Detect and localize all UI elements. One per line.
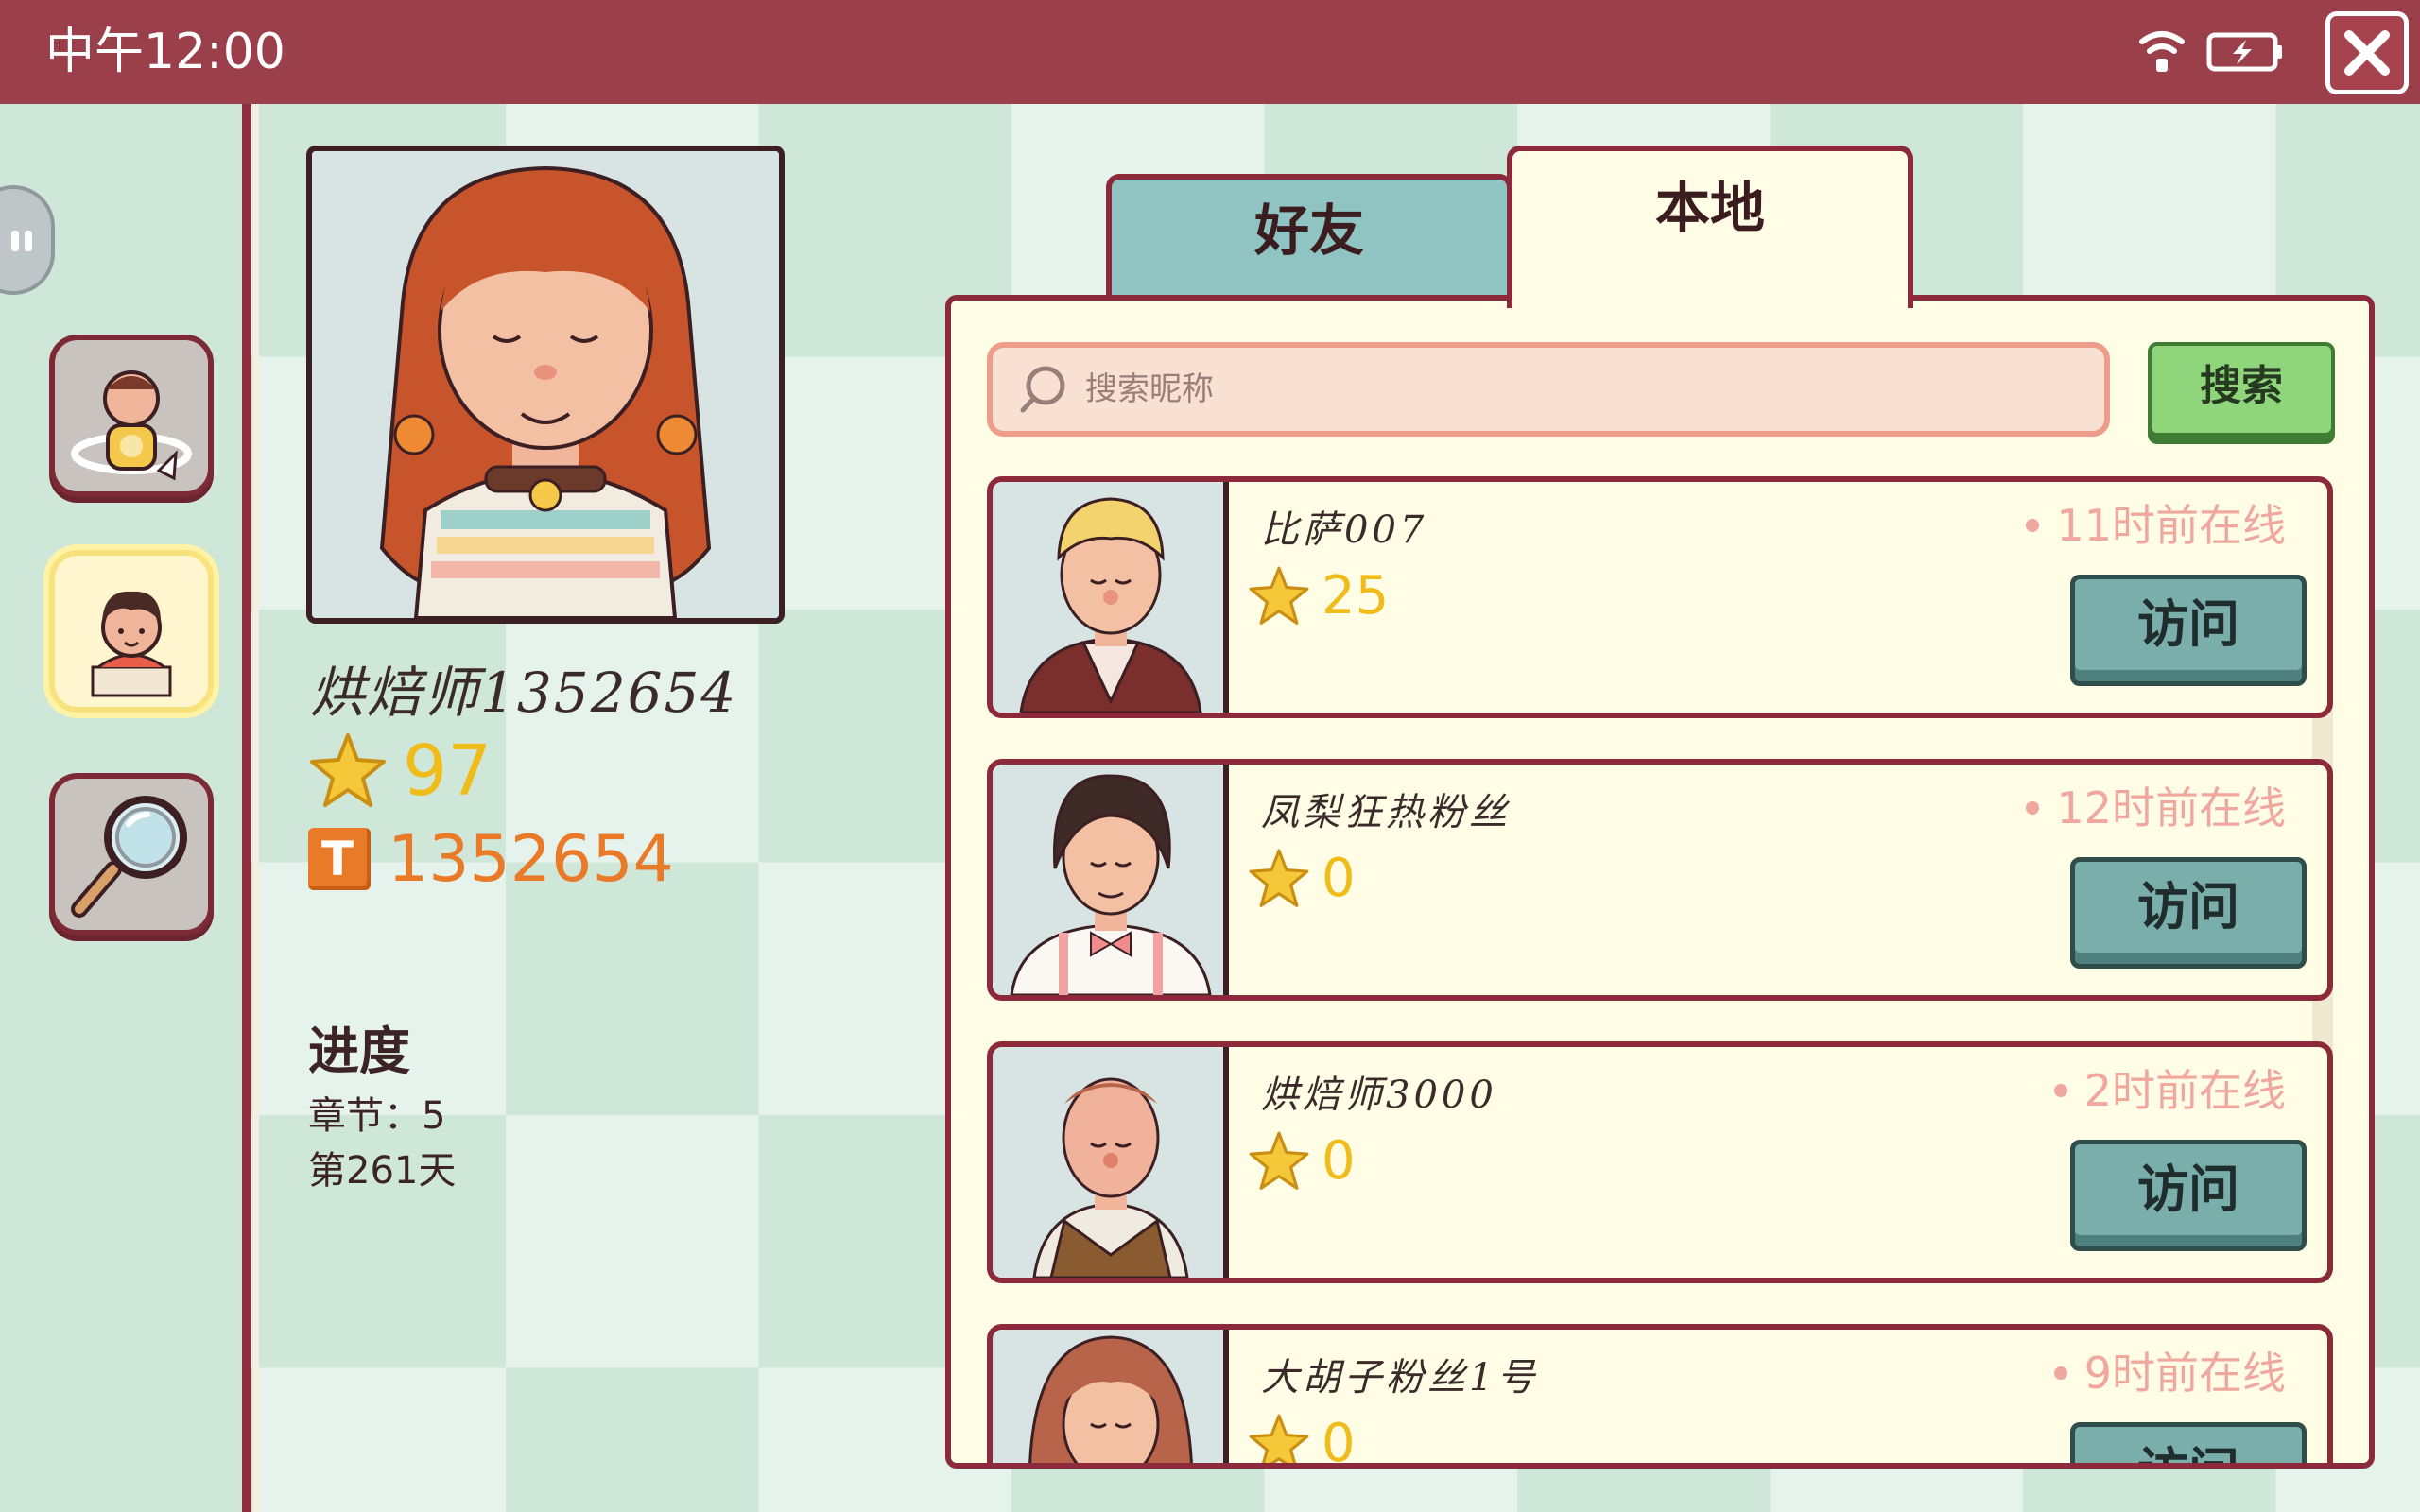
search-placeholder: 搜索昵称 (1085, 370, 1214, 408)
star-icon (1249, 1131, 1309, 1190)
player-card-avatar (993, 482, 1229, 713)
close-icon (2344, 30, 2390, 76)
player-card-name: 比萨007 (1261, 508, 1428, 552)
clock-time: 中午12:00 (45, 24, 285, 80)
search-button[interactable]: 搜索 (2148, 342, 2335, 437)
rail-divider-highlight (253, 104, 259, 1512)
player-card-portrait (1010, 774, 1212, 995)
player-card-avatar (993, 765, 1229, 995)
search-field[interactable]: 搜索昵称 (987, 342, 2110, 437)
player-name: 烘焙师1352654 (310, 661, 738, 725)
close-button[interactable] (2325, 11, 2409, 94)
player-card-status: 12时前在线 (2026, 780, 2286, 836)
player-card-portrait (1028, 1335, 1193, 1463)
player-card-avatar (993, 1330, 1229, 1463)
player-card-name: 大胡子粉丝1号 (1261, 1356, 1539, 1400)
player-card-name: 凤梨狂热粉丝 (1261, 791, 1511, 834)
player-card-status-text: 9时前在线 (2083, 1348, 2286, 1399)
coin-icon: T (308, 828, 371, 890)
customer-service-icon (71, 370, 192, 481)
online-dot-icon (2053, 1366, 2067, 1380)
player-card-avatar (993, 1047, 1229, 1278)
player-card: 大胡子粉丝1号 0 9时前在线 访问 (987, 1324, 2333, 1469)
online-dot-icon (2053, 1083, 2067, 1097)
player-card-status-text: 2时前在线 (2083, 1065, 2286, 1116)
player-card-stars-value: 0 (1322, 848, 1356, 909)
profile-portrait (306, 146, 785, 624)
player-list-panel: 搜索昵称 搜索 比萨007 25 11时前在线 访问 凤梨狂热粉丝 0 12时前… (945, 295, 2375, 1469)
star-icon (310, 733, 386, 807)
status-bar: 中午12:00 (0, 0, 2420, 104)
tab-friends[interactable]: 好友 (1106, 174, 1512, 302)
wifi-icon (2139, 31, 2185, 72)
rail-divider (242, 104, 251, 1512)
player-profile-icon (91, 591, 172, 697)
player-card-stars-value: 0 (1322, 1413, 1356, 1469)
customer-service-button[interactable] (49, 335, 214, 497)
visit-button[interactable]: 访问 (2070, 1140, 2307, 1251)
visit-button[interactable]: 访问 (2070, 1422, 2307, 1463)
pause-icon-bar (25, 231, 32, 251)
online-dot-icon (2026, 518, 2040, 532)
player-coins-value: 1352654 (388, 822, 674, 897)
player-card-portrait (1032, 1077, 1189, 1278)
player-card-portrait (1019, 497, 1202, 713)
player-card-status: 2时前在线 (2053, 1062, 2286, 1119)
player-card-status-text: 11时前在线 (2056, 500, 2286, 551)
battery-charging-icon (2206, 32, 2282, 72)
search-icon (1020, 366, 1065, 413)
pause-icon (11, 231, 19, 251)
player-profile-button[interactable] (49, 550, 214, 713)
player-card: 比萨007 25 11时前在线 访问 (987, 476, 2333, 718)
player-card-name: 烘焙师3000 (1261, 1074, 1497, 1117)
player-card-stars-value: 25 (1322, 565, 1390, 627)
magnifier-icon (71, 796, 187, 918)
tab-local[interactable]: 本地 (1507, 146, 1913, 308)
online-dot-icon (2026, 800, 2040, 815)
progress-day: 第261天 (308, 1149, 457, 1193)
progress-title: 进度 (308, 1022, 410, 1081)
visit-button[interactable]: 访问 (2070, 857, 2307, 969)
visit-button[interactable]: 访问 (2070, 575, 2307, 686)
star-icon (1249, 849, 1309, 907)
player-card: 凤梨狂热粉丝 0 12时前在线 访问 (987, 759, 2333, 1001)
player-avatar (312, 151, 779, 618)
player-card-status-text: 12时前在线 (2056, 782, 2286, 833)
progress-chapter: 章节：5 (308, 1094, 446, 1138)
player-card-status: 11时前在线 (2026, 497, 2286, 554)
player-card-stars-value: 0 (1322, 1130, 1356, 1192)
player-card-status: 9时前在线 (2053, 1345, 2286, 1401)
player-card: 烘焙师3000 0 2时前在线 访问 (987, 1041, 2333, 1283)
search-players-button[interactable] (49, 773, 214, 936)
player-stars-value: 97 (403, 730, 493, 812)
star-icon (1249, 566, 1309, 625)
coin-icon-letter: T (321, 832, 354, 886)
star-icon (1249, 1414, 1309, 1463)
